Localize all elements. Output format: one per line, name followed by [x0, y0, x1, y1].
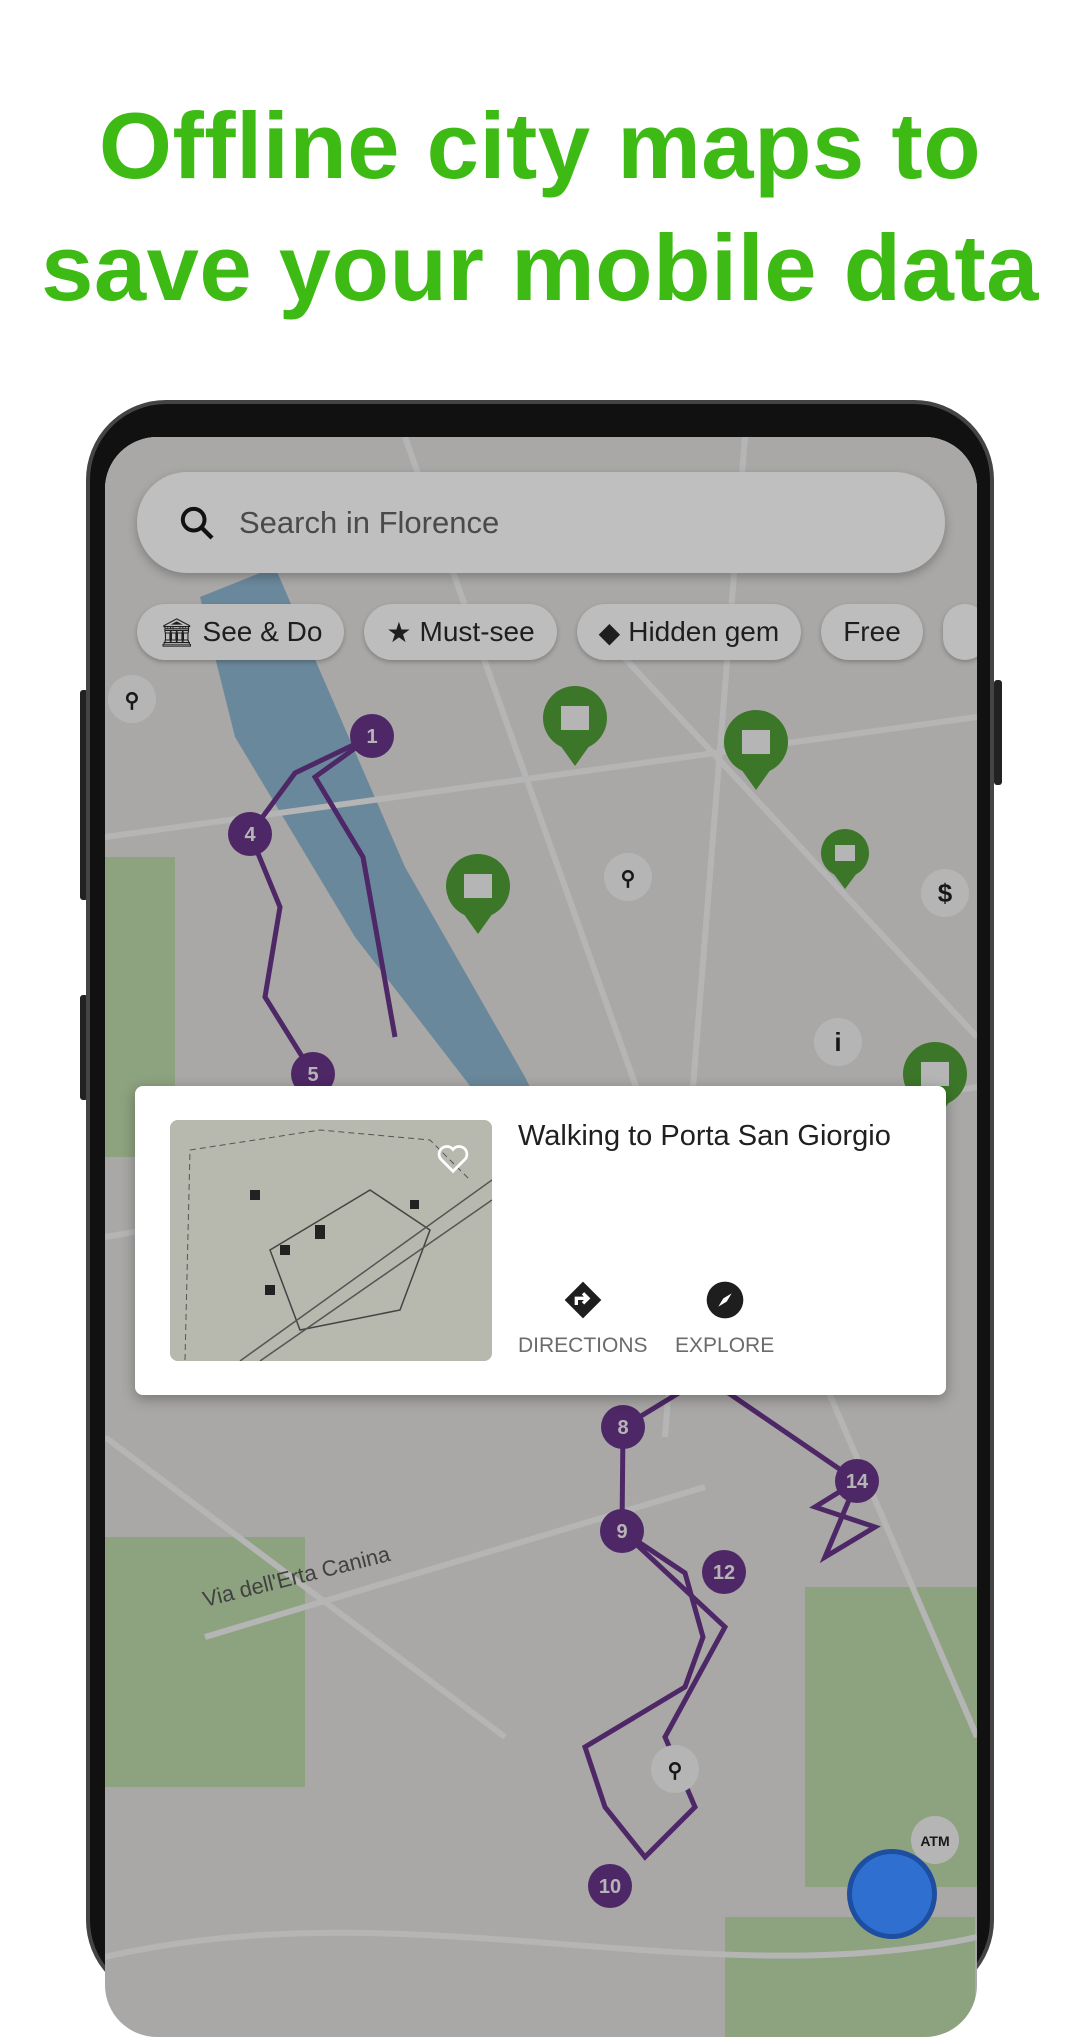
heart-outline-icon[interactable]: [436, 1144, 470, 1174]
headline-line1: Offline city maps to: [98, 93, 982, 198]
chip-free[interactable]: Free: [821, 604, 923, 660]
category-chips: 🏛 See & Do ★ Must-see ◆ Hidden gem Free: [137, 604, 977, 660]
chip-label: Free: [843, 616, 901, 647]
tour-title: Walking to Porta San Giorgio: [518, 1120, 891, 1152]
directions-icon: [564, 1281, 602, 1319]
star-icon: ★: [386, 616, 412, 648]
chip-more[interactable]: [942, 604, 977, 660]
search-bar[interactable]: Search in Florence: [137, 472, 945, 573]
chip-label: Hidden gem: [628, 616, 780, 647]
tour-thumbnail: [170, 1120, 492, 1361]
search-input[interactable]: Search in Florence: [239, 505, 499, 541]
power-button: [994, 680, 1002, 785]
headline-line2: save your mobile data: [41, 215, 1039, 320]
compass-icon: [706, 1281, 743, 1319]
chip-must-see[interactable]: ★ Must-see: [364, 604, 557, 660]
chip-hidden-gem[interactable]: ◆ Hidden gem: [576, 604, 802, 660]
locate-compass-button[interactable]: [847, 1849, 937, 1939]
tour-card[interactable]: Walking to Porta San Giorgio DIRECTIONS …: [135, 1086, 946, 1395]
directions-button[interactable]: DIRECTIONS: [518, 1280, 648, 1358]
directions-label: DIRECTIONS: [518, 1334, 648, 1357]
chip-label: Must-see: [419, 616, 535, 647]
diamond-icon: ◆: [598, 616, 621, 648]
chip-label: See & Do: [202, 616, 323, 647]
museum-icon: 🏛: [159, 616, 195, 648]
headline: Offline city maps to save your mobile da…: [0, 85, 1080, 329]
search-icon: [180, 506, 214, 540]
explore-label: EXPLORE: [675, 1334, 775, 1357]
chip-see-and-do[interactable]: 🏛 See & Do: [137, 604, 345, 660]
explore-button[interactable]: EXPLORE: [675, 1280, 774, 1358]
